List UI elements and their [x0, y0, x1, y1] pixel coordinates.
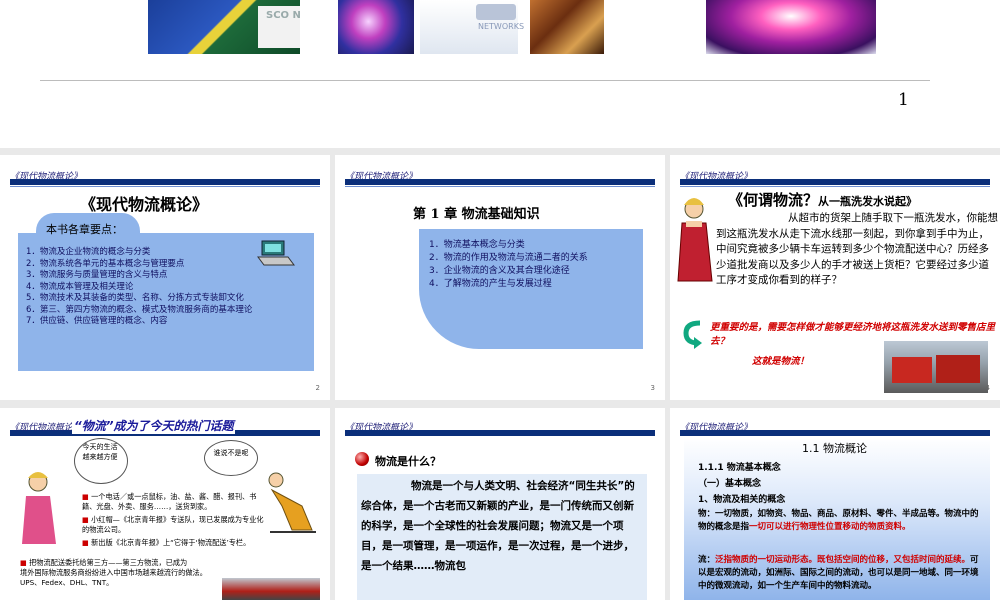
- slide-thumbnail-6[interactable]: 《现代物流概论》 物流是什么？ 物流是一个与人类文明、社会经济“同生共长”的综合…: [335, 408, 665, 600]
- slide-body: 物流是一个与人类文明、社会经济“同生共长”的综合体，是一个古老而又新颖的产业，是…: [361, 480, 635, 572]
- slide-number: 2: [315, 384, 320, 392]
- slide-title: “物流”成为了今天的热门话题: [72, 417, 236, 434]
- liu-label: 流：: [698, 555, 716, 565]
- liu-definition: 流：泛指物质的一切运动形态。既包括空间的位移，又包括时间的延续。可以是宏观的流动…: [698, 555, 979, 591]
- list-item: 2．物流系统各单元的基本概念与管理要点: [26, 258, 185, 269]
- list-item: 6．第三、第四方物流的概念、模式及物流服务商的基本理论: [26, 304, 253, 315]
- list-item: ■ 把物流配送委托给第三方——第三方物流，已成为: [20, 558, 188, 567]
- truck-image: [222, 578, 320, 600]
- header-line: [10, 186, 320, 187]
- return-arrow-icon: [682, 319, 704, 349]
- slide-body: 从超市的货架上随手取下一瓶洗发水，你能想到这瓶洗发水从走下流水线那一刻起，到你拿…: [716, 212, 998, 286]
- bullet-ball-icon: [355, 452, 369, 466]
- slide-thumbnail-3[interactable]: 《现代物流概论》 第 1 章 物流基础知识 1．物流基本概念与分类 2．物流的作…: [335, 155, 665, 400]
- bullet-list: ■ 一个电话／或一点鼠标，油、盐、酱、醋、报刊、书籍、光盘、外卖、服务……，送货…: [82, 492, 268, 548]
- colorful-lights-image: [706, 0, 876, 54]
- list-item: 3．企业物流的含义及其合理化途径: [429, 266, 570, 276]
- header-line: [680, 186, 990, 187]
- header-bar: [345, 430, 655, 436]
- bullet-icon: ■: [82, 538, 92, 547]
- header-bar: [345, 179, 655, 185]
- cisco-caption: SCO NETWORKS: [266, 10, 300, 21]
- slide-title: 《何谓物流？从一瓶洗发水说起》: [728, 189, 917, 210]
- conclusion-text: 这就是物流！: [752, 356, 810, 367]
- trucks-image: [884, 341, 988, 393]
- slide-thumbnail-2[interactable]: 《现代物流概论》 《现代物流概论》 本书各章要点： 1．物流及企业物流的概念与分…: [0, 155, 330, 400]
- bullet-icon: ■: [82, 492, 92, 501]
- bullet-list-lower: ■ 把物流配送委托给第三方——第三方物流，已成为 境外国际物流服务商纷纷进入中国…: [20, 558, 230, 588]
- wu-label: 物：: [698, 509, 716, 519]
- networks-caption: NETWORKS: [478, 22, 525, 31]
- wu-highlight: 一切可以进行物理性位置移动的物质资料。: [749, 522, 911, 532]
- header-bar: [680, 179, 990, 185]
- slide-subtitle: 本书各章要点：: [46, 223, 123, 236]
- bullet-icon: ■: [82, 515, 92, 524]
- list-item: 2．物流的作用及物流与流通二者的关系: [429, 253, 588, 263]
- woman-phone-illustration: [14, 466, 66, 546]
- list-item: 5．物流技术及其装备的类型、名称、分拣方式专装卸文化: [26, 293, 244, 303]
- list-item: 1．物流基本概念与分类: [429, 240, 525, 250]
- network-people-image: NETWORKS: [420, 0, 524, 54]
- divider-line: [40, 80, 930, 81]
- wu-definition: 物：一切物质，如物资、物品、商品、原材料、零件、半成品等。物流中的物的概念是指一…: [698, 509, 979, 532]
- title-main: 《何谓物流？: [728, 191, 819, 209]
- slide-thumbnail-5[interactable]: 《现代物流概论》 “物流”成为了今天的热门话题 今天的生活越来越方便 谁说不是呢…: [0, 408, 330, 600]
- list-item: UPS、Fedex、DHL、TNT。: [20, 578, 114, 587]
- bullet-icon: ■: [20, 558, 30, 567]
- chapter-list: 1．物流及企业物流的概念与分类 2．物流系统各单元的基本概念与管理要点 3．物流…: [26, 247, 302, 328]
- slide-number: 4: [985, 384, 990, 392]
- bubble-right-text: 谁说不是呢: [213, 449, 249, 457]
- list-item: 7．供应链、供应链管理的概念、内容: [26, 316, 168, 326]
- slide-title: 《现代物流概论》: [80, 195, 209, 214]
- top-slide[interactable]: SCO NETWORKS NETWORKS 1: [0, 0, 1000, 148]
- list-item: ■ 小红帽—《北京青年报》专送队，现已发展成为专业化的物流公司。: [82, 515, 264, 534]
- header-bar: [680, 430, 990, 436]
- people-photo-image: [530, 0, 604, 54]
- list-item: 境外国际物流服务商纷纷进入中国市场越来越流行的做法。: [20, 568, 207, 577]
- list-item: 1．物流及企业物流的概念与分类: [26, 247, 151, 257]
- subsection-title: 1.1.1 物流基本概念: [698, 463, 781, 473]
- question-text: 物流是什么？: [375, 455, 441, 468]
- header-line: [345, 186, 655, 187]
- list-item: 4．了解物流的产生与发展过程: [429, 279, 552, 289]
- slide-thumbnail-4[interactable]: 《现代物流概论》 《何谓物流？从一瓶洗发水说起》 从超市的货架上随手取下一瓶洗发…: [670, 155, 1000, 400]
- slide-number: 3: [650, 384, 655, 392]
- thought-bubble-right: [204, 440, 258, 476]
- woman-illustration: [672, 191, 720, 291]
- list-item: ■ 一个电话／或一点鼠标，油、盐、酱、醋、报刊、书籍、光盘、外卖、服务……，送货…: [82, 492, 257, 511]
- fiber-optic-image: [338, 0, 414, 54]
- concept-heading: 1、物流及相关的概念: [698, 495, 786, 505]
- bubble-left-text: 今天的生活越来越方便: [82, 443, 118, 461]
- header-bar: [10, 179, 320, 185]
- list-item: 3．物流服务与质量管理的含义与特点: [26, 270, 168, 280]
- section-title: 1.1 物流概论: [802, 442, 867, 455]
- liu-highlight: 泛指物质的一切运动形态。既包括空间的位移，又包括时间的延续。: [715, 555, 971, 565]
- title-small: 从一瓶洗发水说起》: [818, 195, 918, 208]
- slide-title: 第 1 章 物流基础知识: [413, 207, 540, 222]
- list-item: ■ 新出版《北京青年报》上“它得于‘物流配送’专栏。: [82, 538, 251, 547]
- subsection-subtitle: （一）基本概念: [698, 479, 762, 489]
- objective-list: 1．物流基本概念与分类 2．物流的作用及物流与流通二者的关系 3．企业物流的含义…: [429, 239, 637, 291]
- page-number: 1: [898, 90, 909, 110]
- list-item: 4．物流成本管理及相关理论: [26, 281, 134, 292]
- slide-thumbnail-7[interactable]: 《现代物流概论》 1.1 物流概论 1.1.1 物流基本概念 （一）基本概念 1…: [670, 408, 1000, 600]
- cisco-networks-image: SCO NETWORKS: [148, 0, 300, 54]
- reclining-man-illustration: [262, 466, 320, 536]
